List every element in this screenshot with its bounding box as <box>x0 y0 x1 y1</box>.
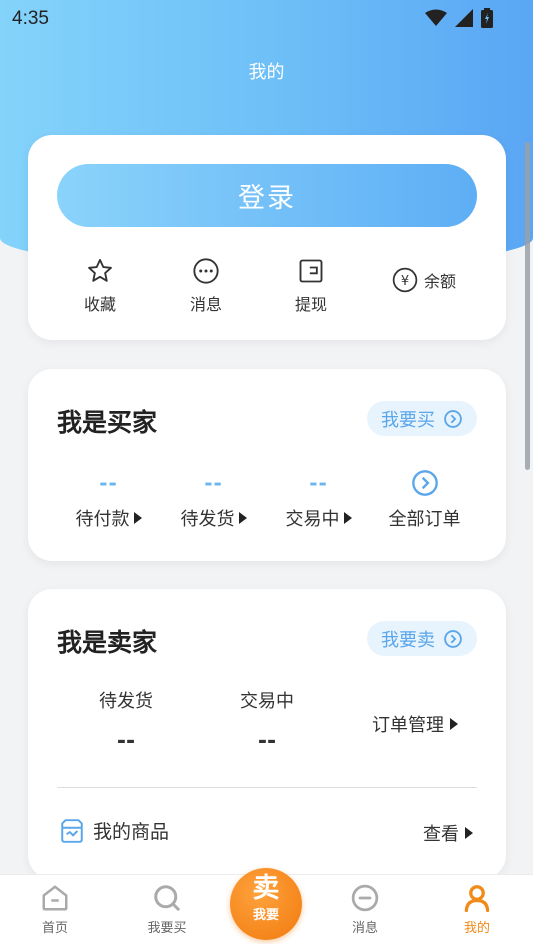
pending-payment-value: -- <box>99 471 118 495</box>
in-trade-label: 交易中 <box>285 509 340 530</box>
wifi-icon <box>425 9 447 26</box>
store-icon <box>61 818 83 843</box>
sell-fab-small-label: 我要 <box>252 908 279 923</box>
buy-button[interactable]: 我要买 <box>367 401 477 436</box>
star-icon <box>88 258 112 282</box>
my-goods-label: 我的商品 <box>93 821 170 843</box>
search-icon <box>154 885 180 911</box>
user-icon <box>464 885 490 913</box>
my-goods-row[interactable]: 我的商品 <box>59 817 169 844</box>
triangle-right-icon <box>450 718 458 730</box>
messages-label: 消息 <box>190 295 223 314</box>
seller-in-trade-value: -- <box>257 729 277 754</box>
home-icon <box>42 885 68 911</box>
view-goods-link[interactable]: 查看 <box>423 820 473 846</box>
seller-pending-shipment-stat[interactable]: 待发货 -- <box>66 687 186 754</box>
messages-button[interactable]: 消息 <box>190 257 222 315</box>
tab-mine[interactable]: 我的 <box>442 883 512 936</box>
triangle-right-icon <box>133 512 142 524</box>
seller-title: 我是卖家 <box>57 628 158 657</box>
in-trade-value: -- <box>309 471 328 495</box>
message-icon <box>193 258 219 284</box>
pending-shipment-value: -- <box>204 471 223 495</box>
pending-payment-label: 待付款 <box>75 509 130 530</box>
view-goods-label: 查看 <box>423 824 459 845</box>
yen-icon: ¥ <box>392 267 418 293</box>
buy-button-label: 我要买 <box>381 409 435 431</box>
balance-label: 余额 <box>424 272 457 291</box>
login-card: 登录 收藏 消息 提现 ¥ 余额 <box>28 135 506 340</box>
sell-fab-button[interactable]: 卖 我要 <box>230 868 302 940</box>
battery-icon <box>481 8 493 28</box>
seller-pending-shipment-label: 待发货 <box>99 691 153 712</box>
pending-shipment-stat[interactable]: -- 待发货 <box>161 471 266 531</box>
tab-home-label: 首页 <box>41 921 68 936</box>
chevron-circle-right-icon <box>444 409 462 428</box>
page-title: 我的 <box>248 62 285 83</box>
tab-buy-label: 我要买 <box>147 921 187 936</box>
buyer-title: 我是买家 <box>57 408 158 437</box>
pending-shipment-label: 待发货 <box>180 509 235 530</box>
tab-messages-label: 消息 <box>351 921 378 936</box>
favorites-label: 收藏 <box>84 295 117 314</box>
tab-home[interactable]: 首页 <box>20 883 90 936</box>
seller-pending-shipment-value: -- <box>116 729 136 754</box>
divider <box>57 787 477 788</box>
order-management-label: 订单管理 <box>372 715 444 736</box>
all-orders-label: 全部订单 <box>388 509 461 530</box>
balance-button[interactable]: ¥ 余额 <box>392 267 456 293</box>
seller-in-trade-label: 交易中 <box>240 691 294 712</box>
seller-card: 我是卖家 我要卖 待发货 -- 交易中 -- 订单管理 我的商品 查看 <box>28 589 506 879</box>
all-orders-button[interactable]: 全部订单 <box>372 469 477 531</box>
triangle-right-icon <box>465 827 473 839</box>
chat-icon <box>351 884 379 912</box>
favorites-button[interactable]: 收藏 <box>84 257 116 315</box>
scrollbar[interactable] <box>525 142 530 470</box>
tab-messages[interactable]: 消息 <box>330 883 400 936</box>
withdraw-label: 提现 <box>295 295 328 314</box>
sell-button[interactable]: 我要卖 <box>367 621 477 656</box>
chevron-circle-right-icon <box>411 470 438 496</box>
svg-text:¥: ¥ <box>401 274 409 289</box>
sell-button-label: 我要卖 <box>381 629 435 651</box>
sell-fab-big-label: 卖 <box>252 873 280 904</box>
status-time: 4:35 <box>12 8 49 29</box>
navigation-handle <box>0 944 533 948</box>
withdraw-button[interactable]: 提现 <box>295 257 327 315</box>
chevron-circle-right-icon <box>444 629 462 648</box>
tab-mine-label: 我的 <box>463 921 490 936</box>
seller-in-trade-stat[interactable]: 交易中 -- <box>207 687 327 754</box>
signal-icon <box>455 9 473 27</box>
triangle-right-icon <box>343 512 352 524</box>
order-management-button[interactable]: 订单管理 <box>350 711 480 737</box>
status-bar: 4:35 <box>0 0 533 36</box>
pending-payment-stat[interactable]: -- 待付款 <box>56 471 161 531</box>
tab-buy[interactable]: 我要买 <box>132 883 202 936</box>
in-trade-stat[interactable]: -- 交易中 <box>266 471 371 531</box>
buyer-card: 我是买家 我要买 -- 待付款 -- 待发货 -- 交易中 全部订单 <box>28 369 506 561</box>
triangle-right-icon <box>238 512 247 524</box>
wallet-icon <box>299 259 323 283</box>
login-button[interactable]: 登录 <box>57 164 477 227</box>
